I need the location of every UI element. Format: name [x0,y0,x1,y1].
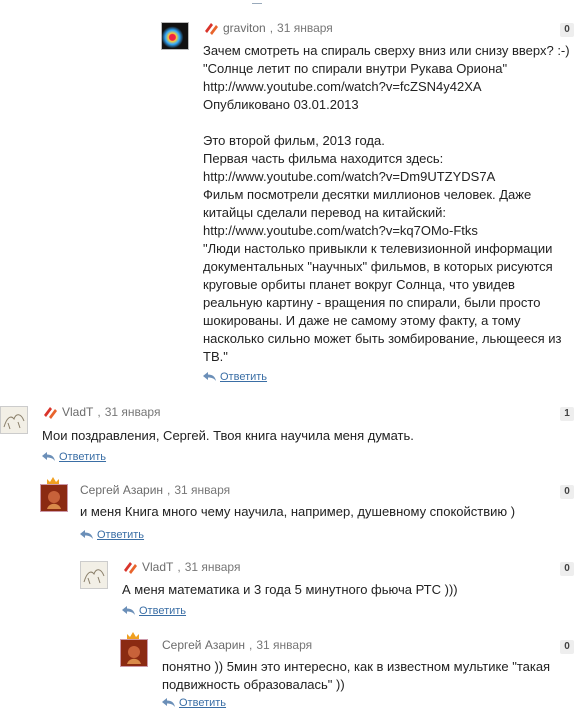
comment-date[interactable]: 31 января [185,560,241,574]
comment-date[interactable]: 31 января [277,21,333,35]
reply-arrow-icon [203,372,216,381]
reply-link[interactable]: Ответить [42,451,106,463]
comment-author[interactable]: Сергей Азарин [162,638,245,652]
comment-header: VladT, 31 января [42,405,160,419]
comment-rating-count: 1 [560,407,574,421]
comment-line: документальных "научных" фильмов, в кото… [203,259,553,274]
comment-header: VladT, 31 января [122,560,240,574]
comment-line: круговые орбиты планет вокруг Солнца, чт… [203,277,515,292]
reply-link[interactable]: Ответить [162,697,226,709]
comment-rating-count: 0 [560,485,574,499]
comment-line: "Люди настолько привыкли к телевизионной… [203,241,553,256]
comment-author[interactable]: Сергей Азарин [80,483,163,497]
comment-line: подвижность образовалась" )) [162,677,345,692]
comment-line: А меня математика и 3 года 5 минутного ф… [122,582,458,597]
reply-arrow-icon [80,530,93,539]
comment-date[interactable]: 31 января [174,483,230,497]
comment-header: Сергей Азарин, 31 января [162,638,313,652]
comment-line: Фильм посмотрели десятки миллионов челов… [203,187,532,202]
reply-label[interactable]: Ответить [179,697,226,709]
comment-body: Мои поздравления, Сергей. Твоя книга нау… [42,427,562,445]
avatar[interactable] [40,484,68,512]
reply-label[interactable]: Ответить [220,371,267,383]
comment-link[interactable]: http://www.youtube.com/watch?v=Dm9UTZYDS… [203,168,573,186]
comment-header: graviton, 31 января [203,21,333,35]
comment-header: Сергей Азарин, 31 января [80,483,231,497]
comment-line: "Солнце летит по спирали внутри Рукава О… [203,61,508,76]
comment-rating-count: 0 [560,640,574,654]
avatar[interactable] [0,406,28,434]
reply-label[interactable]: Ответить [59,451,106,463]
avatar[interactable] [80,561,108,589]
comment-line: Зачем смотреть на спираль сверху вниз ил… [203,43,570,58]
avatar[interactable] [161,22,189,50]
comment-link[interactable]: http://www.youtube.com/watch?v=kq7OMo-Ft… [203,222,573,240]
comment-line: насколько сильно может быть зомбирование… [203,331,562,346]
avatar[interactable] [120,639,148,667]
paperclip-badge-icon [44,407,57,419]
comment-line: Первая часть фильма находится здесь: [203,151,444,166]
comment-body: Зачем смотреть на спираль сверху вниз ил… [203,42,573,366]
comment-line: шокированы. И даже не самому этому факту… [203,313,521,328]
comment-author[interactable]: graviton [223,21,266,35]
paperclip-badge-icon [205,23,218,35]
comment-date[interactable]: 31 января [256,638,312,652]
paperclip-badge-icon [124,562,137,574]
reply-label[interactable]: Ответить [97,529,144,541]
comment-line: китайцы сделали перевод на китайский: [203,205,447,220]
comment-rating-count: 0 [560,562,574,576]
comment-body: понятно )) 5мин это интересно, как в изв… [162,658,567,694]
comment-body: и меня Книга много чему научила, наприме… [80,503,560,521]
comment-author[interactable]: VladT [62,405,93,419]
previous-reply-underline [252,0,262,4]
comment-line: реальную картину - вращения по спирали, … [203,295,541,310]
reply-link[interactable]: Ответить [203,371,267,383]
reply-arrow-icon [42,452,55,461]
comment-rating-count: 0 [560,23,574,37]
reply-arrow-icon [122,606,135,615]
comment-line: ТВ." [203,349,228,364]
comment-body: А меня математика и 3 года 5 минутного ф… [122,581,552,599]
comment-line: Опубликовано 03.01.2013 [203,97,359,112]
reply-link[interactable]: Ответить [80,529,144,541]
reply-arrow-icon [162,698,175,707]
reply-link[interactable]: Ответить [122,605,186,617]
comment-link[interactable]: http://www.youtube.com/watch?v=fcZSN4y42… [203,78,573,96]
comment-author[interactable]: VladT [142,560,173,574]
comment-line: понятно )) 5мин это интересно, как в изв… [162,659,551,674]
comment-date[interactable]: 31 января [105,405,161,419]
comment-line: и меня Книга много чему научила, наприме… [80,504,516,519]
reply-label[interactable]: Ответить [139,605,186,617]
comment-line: Мои поздравления, Сергей. Твоя книга нау… [42,428,414,443]
comment-line [203,114,573,132]
comment-line: Это второй фильм, 2013 года. [203,133,385,148]
